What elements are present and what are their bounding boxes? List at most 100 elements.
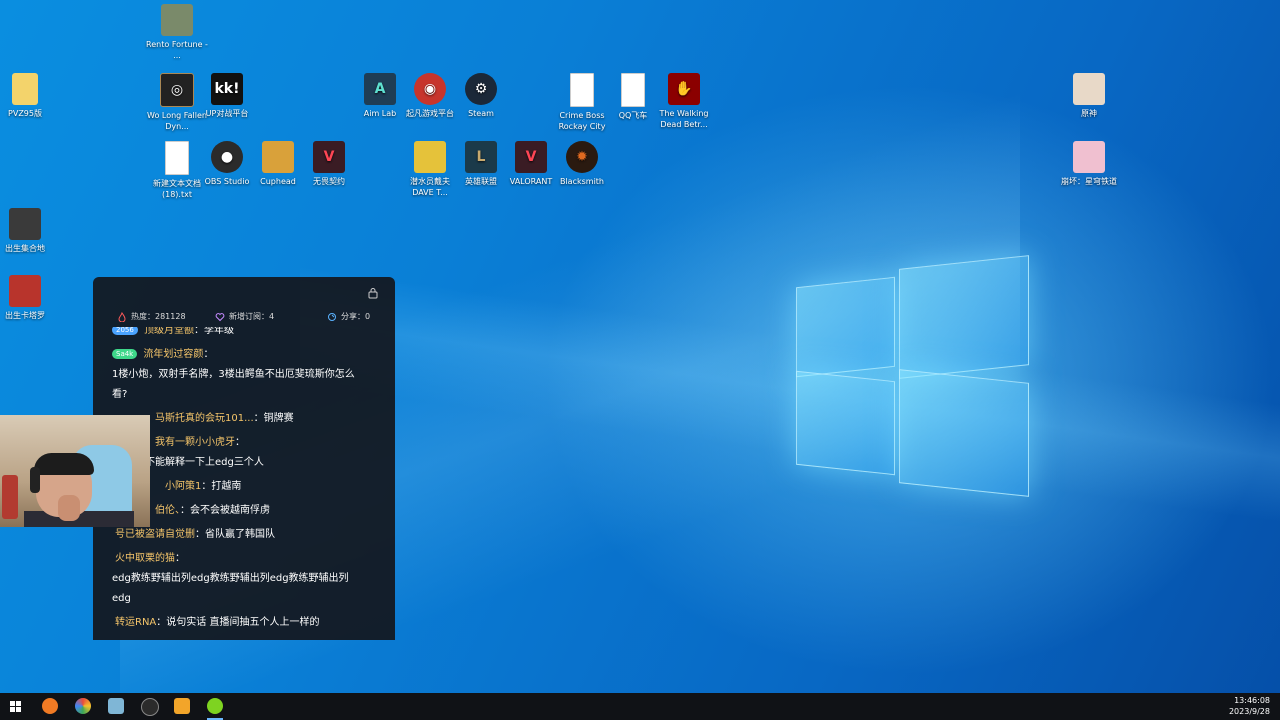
lol-icon: L [465, 141, 497, 173]
desktop-icon-walkingdead[interactable]: ✋ The Walking Dead Betr... [652, 73, 716, 130]
steam-icon: ⚙ [465, 73, 497, 105]
chat-text: ： [175, 553, 185, 564]
chat-nickname: 伯伦、 [155, 505, 180, 516]
chat-nickname: 马斯托真的会玩101... [155, 413, 254, 424]
desktop-icon-label: The Walking Dead Betr... [659, 109, 709, 129]
chat-text: ：说句实话 直播间抽五个人上一样的 [156, 617, 320, 628]
desktop-icon-steam[interactable]: ⚙ Steam [449, 73, 513, 119]
lock-icon[interactable] [367, 287, 379, 299]
chat-message: Sa4k 流年划过容颜： [112, 345, 213, 365]
windows-wallpaper-logo [796, 255, 1029, 497]
kk-icon: kk! [211, 73, 243, 105]
chat-message: edg教练野辅出列edg教练野辅出列edg教练野辅出列 [112, 569, 349, 589]
chat-stats-bar: 热度：281128 新增订阅：4 分享：0 [93, 311, 395, 327]
desktop-icon-up[interactable]: kk! UP对战平台 [195, 73, 259, 119]
honkai-icon [1073, 141, 1105, 173]
chat-message: 不能解释一下上edg三个人 [145, 453, 264, 473]
desktop-icon-label: 出生集合地 [5, 244, 45, 253]
desktop-icon-label: Rento Fortune - ... [146, 40, 208, 60]
system-clock[interactable]: 13:46:08 2023/9/28 [1229, 695, 1270, 717]
taskbar: 13:46:08 2023/9/28 [0, 693, 1280, 720]
clock-date: 2023/9/28 [1228, 707, 1270, 716]
valorant-icon: V [313, 141, 345, 173]
chat-nickname: 火中取栗的猫 [115, 553, 175, 564]
webcam-overlay [0, 415, 150, 527]
desktop-icon-label: UP对战平台 [205, 109, 249, 118]
heat-stat: 热度：281128 [117, 311, 186, 322]
heat-value: 热度：281128 [131, 312, 186, 321]
flame-icon [118, 311, 126, 322]
desktop-icon-yuanshen[interactable]: 原神 [1057, 73, 1121, 119]
blacksmith-icon: ✹ [566, 141, 598, 173]
aimlab-icon: A [364, 73, 396, 105]
chrome-icon[interactable] [75, 698, 91, 714]
desktop-icon-label: 无畏契约 [313, 177, 345, 186]
chat-nickname: 顶级月堂额 [144, 327, 195, 336]
desktop-icon-label: 崩坏：星穹铁道 [1061, 177, 1117, 186]
chat-text: ： [235, 437, 245, 448]
desktop-icon-label: Steam [468, 109, 494, 118]
heart-icon [215, 312, 225, 321]
fan-badge: Sa4k [112, 349, 138, 359]
dave-icon [414, 141, 446, 173]
windows-start-icon[interactable] [10, 701, 21, 712]
share-stat: 分享：0 [327, 311, 370, 322]
chat-text: 1楼小炮，双射手名牌，3楼出鳄鱼不出厄斐琉斯你怎么 [112, 369, 355, 380]
app-icon[interactable] [207, 698, 223, 714]
chat-message: 看? [112, 385, 127, 405]
desktop-icon-chusheng2[interactable]: 出生卡塔罗 [0, 275, 57, 321]
desktop-icon-label: Blacksmith [559, 177, 605, 186]
genshin-icon [1073, 73, 1105, 105]
chat-text: ：铜牌赛 [253, 413, 294, 424]
firefox-icon[interactable] [42, 698, 58, 714]
file-icon [621, 73, 645, 107]
chat-message: edg [112, 589, 131, 609]
chat-nickname: 流年划过容颜 [143, 349, 204, 360]
folder-icon [12, 73, 38, 105]
chat-text: ：省队赢了韩国队 [195, 529, 275, 540]
chat-text: edg [112, 593, 131, 604]
chat-message: 伯伦、：会不会被越南俘虏 [155, 501, 270, 521]
chat-message: 转运RNA：说句实话 直播间抽五个人上一样的 [115, 613, 319, 633]
desktop-icon-chusheng1[interactable]: 出生集合地 [0, 208, 57, 254]
chat-message: 火中取栗的猫： [115, 549, 185, 569]
clock-time: 13:46:08 [1234, 696, 1270, 705]
chat-message: 马斯托真的会玩101...：铜牌赛 [155, 409, 294, 429]
chat-nickname: 我有一颗小小虎牙 [155, 437, 235, 448]
chat-text: ： [203, 349, 214, 360]
desktop-icon-honkai[interactable]: 崩坏：星穹铁道 [1057, 141, 1121, 187]
app-icon[interactable] [174, 698, 190, 714]
obs-taskbar-icon[interactable] [141, 698, 159, 716]
file-icon [570, 73, 594, 107]
fan-badge: 2056 [112, 327, 138, 335]
desktop-icon-label: PVZ95版 [8, 109, 42, 118]
chat-message: 小阿策1：打越南 [165, 477, 241, 497]
share-value: 分享：0 [341, 312, 371, 321]
share-icon [328, 312, 336, 321]
cuphead-icon [262, 141, 294, 173]
desktop-icon-pvz[interactable]: PVZ95版 [0, 73, 57, 119]
desktop-icon-label: 出生卡塔罗 [5, 311, 45, 320]
chat-message: 1楼小炮，双射手名牌，3楼出鳄鱼不出厄斐琉斯你怎么 [112, 365, 355, 385]
game-icon [9, 208, 41, 240]
chat-message: 号已被盗请自觉删：省队赢了韩国队 [115, 525, 275, 545]
chat-message: 我有一颗小小虎牙： [155, 433, 245, 453]
chat-text: edg教练野辅出列edg教练野辅出列edg教练野辅出列 [112, 573, 349, 584]
desktop-icon-rento[interactable]: Rento Fortune - ... [145, 4, 209, 61]
chat-text: ：打越南 [201, 481, 242, 492]
chat-text: 不能解释一下上edg三个人 [145, 457, 264, 468]
chat-text: ：会不会被越南俘虏 [180, 505, 270, 516]
qifan-icon: ◉ [414, 73, 446, 105]
chat-nickname: 转运RNA [115, 617, 157, 628]
desktop-icon-blacksmith[interactable]: ✹ Blacksmith [550, 141, 614, 187]
chat-message: 2056 顶级月堂额：李年级 [112, 327, 234, 341]
file-icon [165, 141, 189, 175]
app-icon[interactable] [108, 698, 124, 714]
walkingdead-icon: ✋ [668, 73, 700, 105]
chat-nickname: 小阿策1 [165, 481, 202, 492]
desktop-icon-wuwei[interactable]: V 无畏契约 [297, 141, 361, 187]
desktop-icon-label: 原神 [1081, 109, 1097, 118]
game-icon [9, 275, 41, 307]
wallpaper-light-beam [300, 200, 1280, 600]
obs-icon: ● [211, 141, 243, 173]
